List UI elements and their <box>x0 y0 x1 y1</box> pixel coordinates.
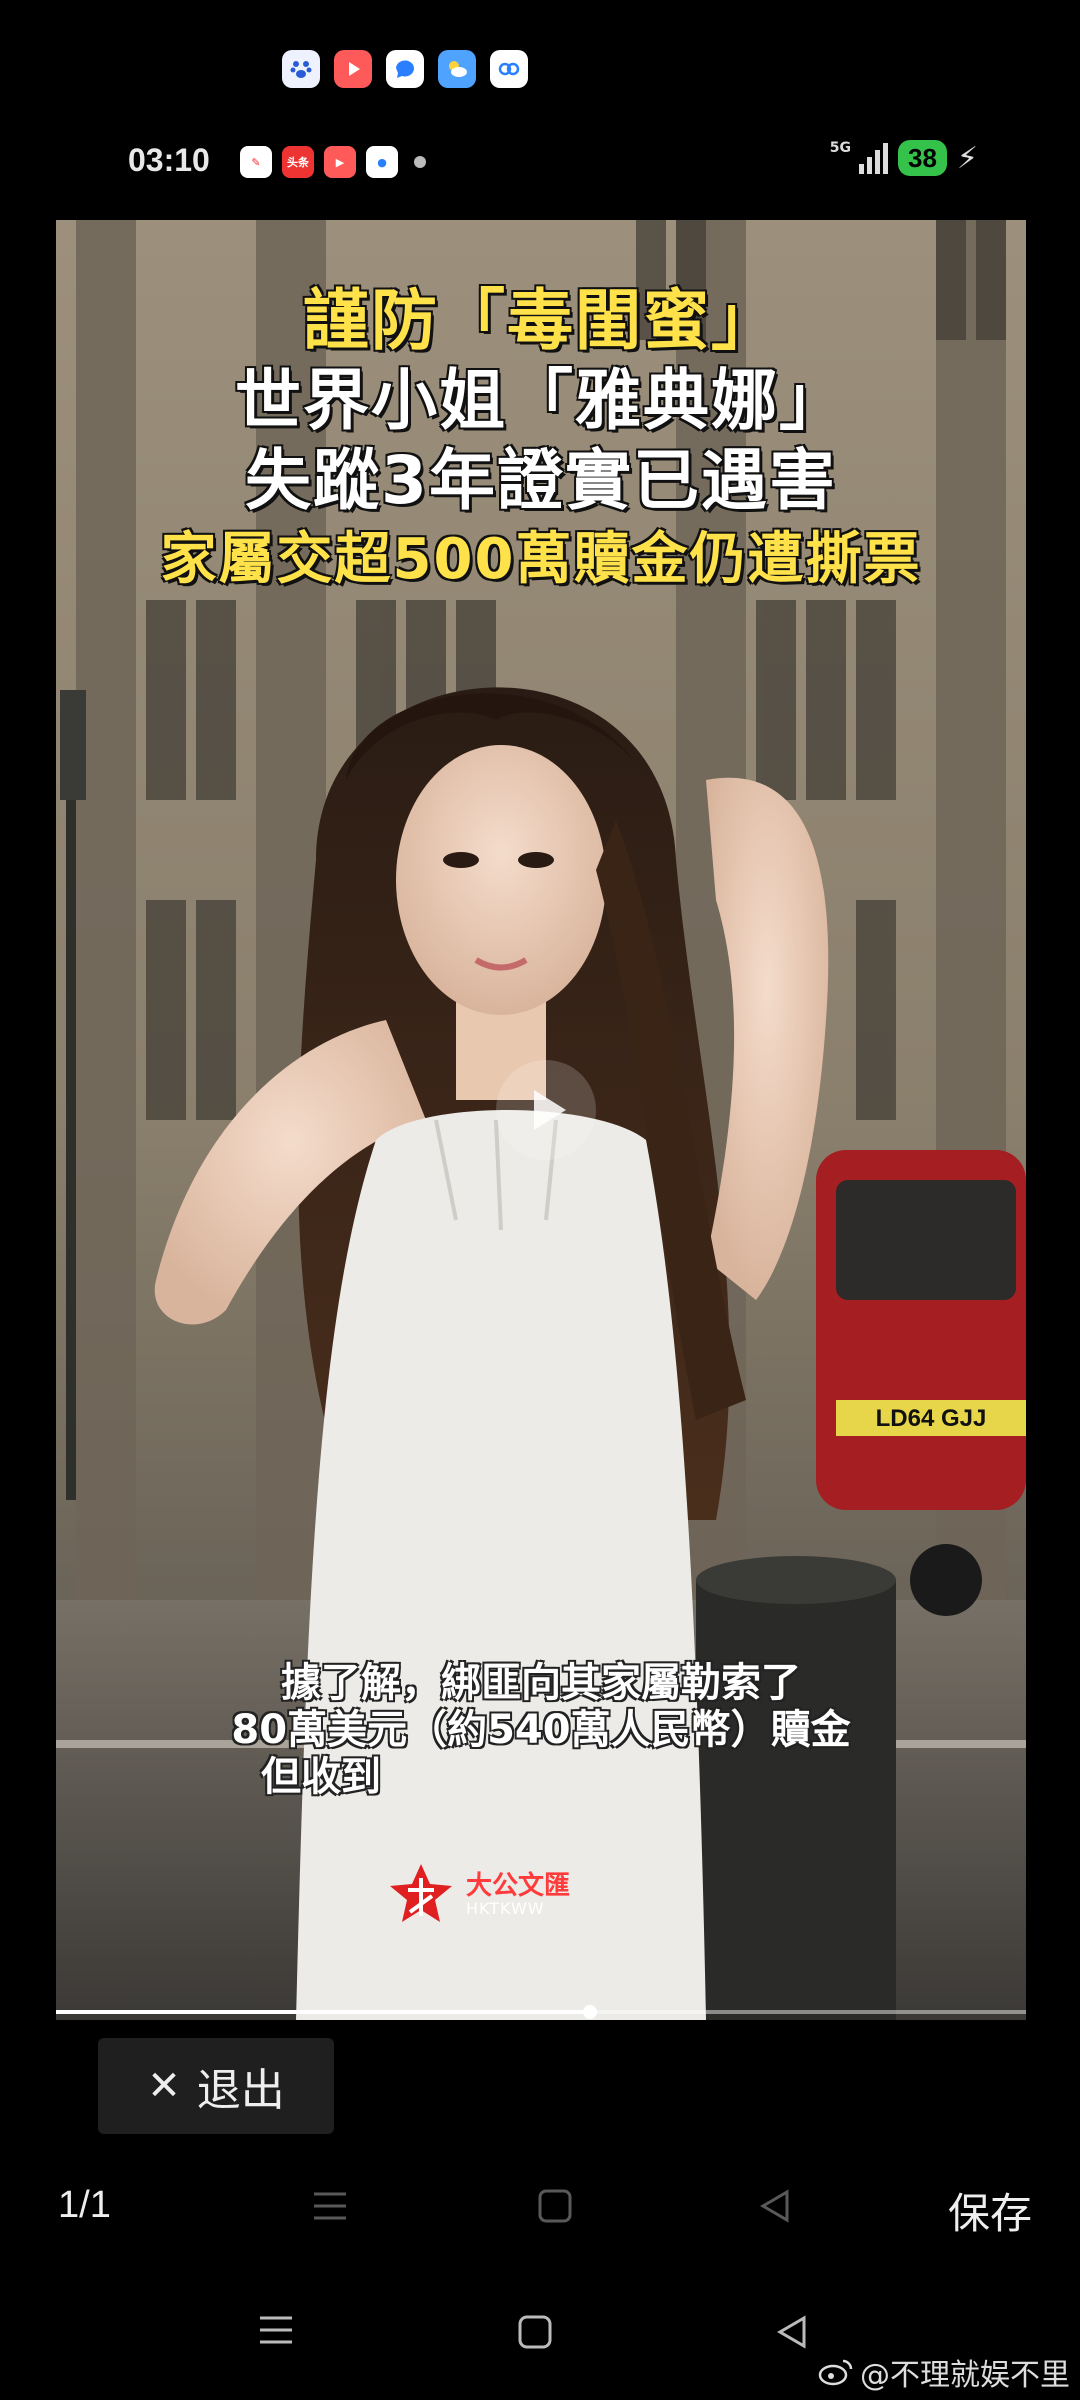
news-logo: 大公文匯 HKTKWW <box>386 1860 570 1930</box>
weather-icon <box>438 50 476 88</box>
subtitle-line-1: 據了解，綁匪向其家屬勒索了 <box>281 1660 801 1706</box>
home-square-icon <box>538 2189 572 2223</box>
more-notifications-dot-icon <box>414 156 426 168</box>
notification-icons <box>282 50 528 88</box>
video-headline: 謹防「毒閨蜜」 世界小姐「雅典娜」 失蹤3年證實已遇害 家屬交超500萬贖金仍遭… <box>56 282 1026 592</box>
subtitle-line-2: 80萬美元（約540萬人民幣）贖金 <box>231 1707 851 1754</box>
network-type: 5G <box>829 140 851 156</box>
weibo-icon <box>818 2359 853 2386</box>
news-app-icon: ✎ <box>240 146 272 178</box>
signal-icon <box>859 142 888 174</box>
home-button[interactable] <box>515 2312 555 2352</box>
video-play-icon: ▶ <box>324 146 356 178</box>
video-subtitle: 據了解，綁匪向其家屬勒索了 80萬美元（約540萬人民幣）贖金 但收到 <box>56 1660 1026 1802</box>
video-player[interactable]: LD64 GJJ 謹防「毒閨蜜」 世界小姐「雅典娜」 失蹤3年證實已遇害 家屬交… <box>56 220 1026 2020</box>
video-play-icon <box>334 50 372 88</box>
ta-kung-logo-icon <box>390 1864 452 1922</box>
page-counter: 1/1 <box>58 2184 111 2226</box>
charging-icon: ⚡ <box>956 140 978 176</box>
menu-icon <box>314 2192 346 2220</box>
baidu-paw-icon <box>282 50 320 88</box>
headline-line-2: 世界小姐「雅典娜」 <box>234 362 847 439</box>
logo-name-cn: 大公文匯 <box>466 1870 571 1901</box>
close-icon: ✕ <box>147 2063 181 2109</box>
chat-bubble-icon <box>386 50 424 88</box>
video-progress-track[interactable] <box>56 2010 1026 2014</box>
status-time: 03:10 <box>128 142 210 178</box>
back-button[interactable] <box>772 2312 812 2352</box>
video-progress-fill <box>56 2010 590 2014</box>
chat-bubble-icon: ● <box>366 146 398 178</box>
status-app-icons: ✎ 头条 ▶ ● <box>240 146 426 178</box>
logo-name-en: HKTKWW <box>466 1898 545 1918</box>
cloud-sync-icon <box>490 50 528 88</box>
watermark-text: @不理就娱不里 <box>860 2358 1070 2393</box>
screen: 03:10 ✎ 头条 ▶ ● 5G 38 ⚡ LD64 GJJ 謹防「毒閨蜜」 … <box>0 0 1080 2400</box>
status-indicators: 5G 38 ⚡ <box>830 140 978 176</box>
exit-button[interactable]: ✕ 退出 <box>98 2038 334 2134</box>
license-plate: LD64 GJJ <box>876 1405 987 1432</box>
toutiao-app-icon: 头条 <box>282 146 314 178</box>
headline-line-1: 謹防「毒閨蜜」 <box>302 282 779 359</box>
headline-line-4: 家屬交超500萬贖金仍遭撕票 <box>160 527 922 592</box>
save-button[interactable]: 保存 <box>948 2180 1032 2241</box>
headline-line-3: 失蹤3年證實已遇害 <box>244 442 837 519</box>
play-icon <box>534 1090 566 1130</box>
weibo-watermark: @不理就娱不里 <box>818 2350 1070 2394</box>
image-viewer-bar: 1/1 保存 <box>0 2170 1080 2250</box>
battery-indicator: 38 <box>898 140 947 176</box>
exit-label: 退出 <box>196 2065 285 2116</box>
logo-text: 大公文匯 HKTKWW <box>466 1873 570 1918</box>
video-progress-knob[interactable] <box>582 2005 597 2019</box>
back-triangle-icon <box>760 2189 789 2223</box>
recent-apps-button[interactable] <box>256 2310 296 2350</box>
play-button[interactable] <box>496 1060 596 1160</box>
subtitle-line-3: 但收到 <box>261 1754 381 1801</box>
status-bar: 03:10 ✎ 头条 ▶ ● 5G 38 ⚡ <box>0 138 1080 188</box>
